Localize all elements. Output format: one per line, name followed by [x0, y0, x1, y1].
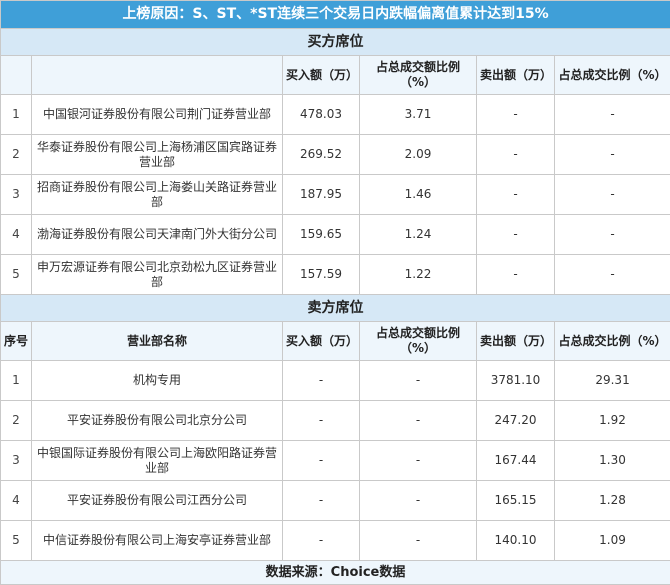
row-buy-amount: -: [283, 441, 360, 481]
row-seq: 1: [1, 361, 32, 401]
row-buy-amount: -: [283, 481, 360, 521]
header-name: [32, 56, 283, 95]
header-seq: 序号: [1, 322, 32, 361]
row-sell-amount: -: [477, 255, 555, 295]
row-branch-name: 中国银河证券股份有限公司荆门证券营业部: [32, 95, 283, 135]
row-buy-amount: -: [283, 361, 360, 401]
row-sell-pct: 1.92: [555, 401, 670, 441]
title-row: 上榜原因：S、ST、*ST连续三个交易日内跌幅偏离值累计达到15%: [1, 1, 670, 29]
table-row: 5 中信证券股份有限公司上海安亭证券营业部 - - 140.10 1.09: [1, 521, 670, 561]
header-sell-amount: 卖出额（万）: [477, 322, 555, 361]
sell-header-row: 序号 营业部名称 买入额（万） 占总成交额比例（%） 卖出额（万） 占总成交比例…: [1, 322, 670, 361]
buy-section-label: 买方席位: [1, 29, 670, 56]
buy-header-row: 买入额（万） 占总成交额比例（%） 卖出额（万） 占总成交比例（%）: [1, 56, 670, 95]
row-seq: 2: [1, 401, 32, 441]
row-sell-amount: 165.15: [477, 481, 555, 521]
row-buy-amount: 159.65: [283, 215, 360, 255]
row-buy-pct: -: [360, 521, 477, 561]
header-buy-pct: 占总成交额比例（%）: [360, 56, 477, 95]
page-title: 上榜原因：S、ST、*ST连续三个交易日内跌幅偏离值累计达到15%: [1, 1, 670, 29]
row-buy-amount: 478.03: [283, 95, 360, 135]
row-sell-pct: -: [555, 255, 670, 295]
row-sell-pct: -: [555, 215, 670, 255]
row-sell-amount: 247.20: [477, 401, 555, 441]
row-sell-amount: -: [477, 215, 555, 255]
row-sell-pct: 1.28: [555, 481, 670, 521]
row-sell-amount: -: [477, 175, 555, 215]
row-seq: 1: [1, 95, 32, 135]
table-row: 2 华泰证券股份有限公司上海杨浦区国宾路证券营业部 269.52 2.09 - …: [1, 135, 670, 175]
sell-section-row: 卖方席位: [1, 295, 670, 322]
table-row: 1 机构专用 - - 3781.10 29.31: [1, 361, 670, 401]
table-row: 4 平安证券股份有限公司江西分公司 - - 165.15 1.28: [1, 481, 670, 521]
header-sell-pct: 占总成交比例（%）: [555, 322, 670, 361]
row-sell-pct: 1.30: [555, 441, 670, 481]
data-source-note: 数据来源：Choice数据: [1, 561, 670, 585]
row-buy-pct: -: [360, 441, 477, 481]
header-buy-amount: 买入额（万）: [283, 56, 360, 95]
row-sell-pct: 29.31: [555, 361, 670, 401]
row-seq: 4: [1, 481, 32, 521]
row-seq: 4: [1, 215, 32, 255]
row-seq: 3: [1, 441, 32, 481]
row-buy-amount: 269.52: [283, 135, 360, 175]
row-seq: 2: [1, 135, 32, 175]
header-sell-amount: 卖出额（万）: [477, 56, 555, 95]
row-buy-pct: 2.09: [360, 135, 477, 175]
row-sell-pct: -: [555, 175, 670, 215]
row-branch-name: 平安证券股份有限公司北京分公司: [32, 401, 283, 441]
row-buy-pct: 1.24: [360, 215, 477, 255]
row-branch-name: 平安证券股份有限公司江西分公司: [32, 481, 283, 521]
header-seq: [1, 56, 32, 95]
sell-section-label: 卖方席位: [1, 295, 670, 322]
row-sell-pct: -: [555, 135, 670, 175]
row-sell-amount: 167.44: [477, 441, 555, 481]
row-buy-pct: 1.22: [360, 255, 477, 295]
row-buy-pct: 1.46: [360, 175, 477, 215]
header-buy-amount: 买入额（万）: [283, 322, 360, 361]
footer-row: 数据来源：Choice数据: [1, 561, 670, 585]
row-sell-pct: -: [555, 95, 670, 135]
row-buy-pct: 3.71: [360, 95, 477, 135]
header-buy-pct: 占总成交额比例（%）: [360, 322, 477, 361]
dragon-tiger-table: 上榜原因：S、ST、*ST连续三个交易日内跌幅偏离值累计达到15% 买方席位 买…: [0, 0, 670, 585]
row-branch-name: 申万宏源证券有限公司北京劲松九区证券营业部: [32, 255, 283, 295]
row-seq: 5: [1, 521, 32, 561]
row-buy-amount: 187.95: [283, 175, 360, 215]
row-sell-pct: 1.09: [555, 521, 670, 561]
table-row: 3 招商证券股份有限公司上海娄山关路证券营业部 187.95 1.46 - -: [1, 175, 670, 215]
row-branch-name: 中银国际证券股份有限公司上海欧阳路证券营业部: [32, 441, 283, 481]
table-row: 4 渤海证券股份有限公司天津南门外大街分公司 159.65 1.24 - -: [1, 215, 670, 255]
row-buy-amount: -: [283, 521, 360, 561]
table-row: 1 中国银河证券股份有限公司荆门证券营业部 478.03 3.71 - -: [1, 95, 670, 135]
header-name: 营业部名称: [32, 322, 283, 361]
buy-section-row: 买方席位: [1, 29, 670, 56]
row-seq: 5: [1, 255, 32, 295]
row-buy-pct: -: [360, 361, 477, 401]
row-buy-pct: -: [360, 481, 477, 521]
row-sell-amount: 3781.10: [477, 361, 555, 401]
table-row: 2 平安证券股份有限公司北京分公司 - - 247.20 1.92: [1, 401, 670, 441]
header-sell-pct: 占总成交比例（%）: [555, 56, 670, 95]
row-branch-name: 华泰证券股份有限公司上海杨浦区国宾路证券营业部: [32, 135, 283, 175]
row-buy-amount: 157.59: [283, 255, 360, 295]
row-branch-name: 中信证券股份有限公司上海安亭证券营业部: [32, 521, 283, 561]
row-sell-amount: -: [477, 95, 555, 135]
row-seq: 3: [1, 175, 32, 215]
row-buy-amount: -: [283, 401, 360, 441]
row-sell-amount: -: [477, 135, 555, 175]
row-branch-name: 招商证券股份有限公司上海娄山关路证券营业部: [32, 175, 283, 215]
row-sell-amount: 140.10: [477, 521, 555, 561]
row-buy-pct: -: [360, 401, 477, 441]
row-branch-name: 渤海证券股份有限公司天津南门外大街分公司: [32, 215, 283, 255]
table-row: 5 申万宏源证券有限公司北京劲松九区证券营业部 157.59 1.22 - -: [1, 255, 670, 295]
row-branch-name: 机构专用: [32, 361, 283, 401]
table-row: 3 中银国际证券股份有限公司上海欧阳路证券营业部 - - 167.44 1.30: [1, 441, 670, 481]
